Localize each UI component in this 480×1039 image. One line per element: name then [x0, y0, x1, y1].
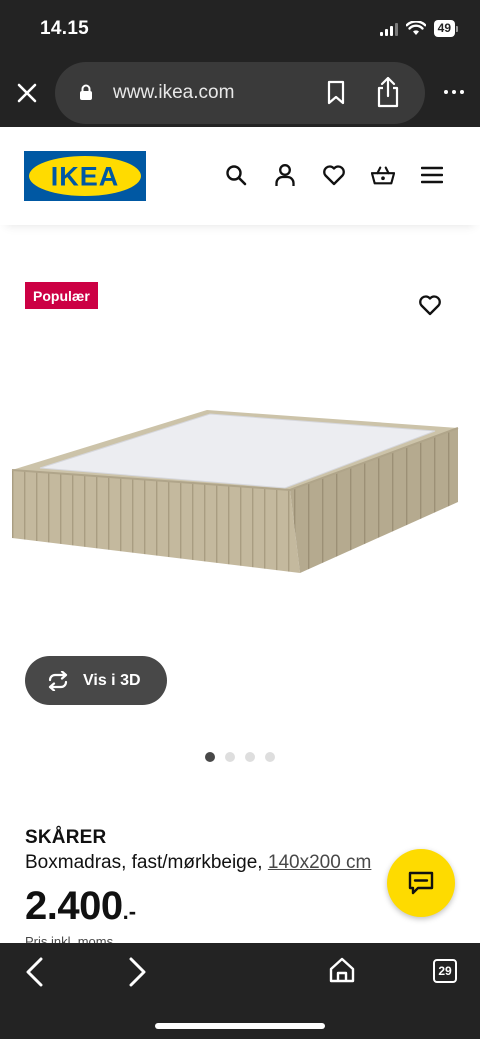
product-image[interactable]: [0, 390, 480, 590]
lock-icon: [80, 84, 92, 100]
forward-icon: [129, 957, 146, 987]
bookmark-button[interactable]: [325, 80, 347, 111]
rotate-3d-icon: [48, 670, 68, 691]
status-time: 14.15: [40, 18, 90, 39]
back-icon: [26, 957, 43, 987]
browser-bottom-bar: 29: [0, 943, 480, 1039]
account-button[interactable]: [273, 163, 297, 187]
bookmark-icon: [327, 80, 345, 105]
svg-text:IKEA: IKEA: [51, 162, 120, 192]
carousel-dot-4[interactable]: [265, 752, 275, 762]
address-bar[interactable]: www.ikea.com: [55, 62, 425, 124]
product-favourite-button[interactable]: [418, 294, 442, 321]
status-bar: 14.15 49: [0, 0, 480, 60]
basket-icon: [371, 166, 395, 185]
ikea-logo[interactable]: IKEA: [24, 151, 146, 201]
view-in-3d-label: Vis i 3D: [83, 671, 141, 689]
signal-icon: [379, 22, 398, 36]
menu-icon: [421, 166, 443, 184]
ikea-logo-mark: IKEA: [24, 151, 146, 201]
forward-button[interactable]: [124, 957, 150, 992]
product-type: Boxmadras, fast/mørkbeige,: [25, 852, 263, 873]
user-icon: [275, 164, 295, 186]
search-button[interactable]: [224, 163, 248, 187]
share-button[interactable]: [375, 76, 401, 113]
carousel-dot-3[interactable]: [245, 752, 255, 762]
view-in-3d-button[interactable]: Vis i 3D: [25, 656, 167, 705]
close-icon: [17, 83, 37, 103]
price-integer: 2.400: [25, 884, 123, 928]
home-button[interactable]: [328, 956, 356, 989]
site-header: IKEA: [0, 127, 480, 225]
status-indicators: 49: [379, 20, 458, 37]
share-icon: [377, 76, 399, 108]
product-name: SKÅRER: [25, 827, 107, 848]
box-mattress-image: [11, 410, 459, 573]
chat-icon: [408, 871, 434, 895]
browser-toolbar: www.ikea.com: [0, 60, 480, 127]
battery-level: 49: [433, 20, 455, 37]
battery-icon: 49: [433, 20, 458, 37]
carousel-dot-2[interactable]: [225, 752, 235, 762]
heart-icon: [419, 295, 441, 316]
close-button[interactable]: [14, 80, 40, 106]
basket-button[interactable]: [371, 163, 395, 187]
wifi-icon: [405, 21, 426, 35]
popular-badge: Populær: [25, 282, 98, 309]
chat-button[interactable]: [387, 849, 455, 917]
url-text: www.ikea.com: [113, 82, 235, 103]
home-icon: [329, 957, 355, 983]
search-icon: [226, 165, 247, 186]
carousel-dot-1[interactable]: [205, 752, 215, 762]
carousel-indicator: [205, 752, 275, 762]
product-description: Boxmadras, fast/mørkbeige, 140x200 cm: [25, 852, 371, 874]
tabs-icon[interactable]: 29: [433, 959, 457, 983]
price-suffix: .-: [122, 899, 137, 924]
header-actions: [224, 163, 444, 187]
product-size-link[interactable]: 140x200 cm: [268, 852, 372, 873]
heart-icon: [323, 165, 345, 186]
product-price: 2.400.-: [25, 884, 136, 929]
back-button[interactable]: [22, 957, 48, 992]
menu-button[interactable]: [420, 163, 444, 187]
more-icon[interactable]: [444, 90, 464, 94]
home-indicator: [155, 1023, 325, 1029]
favourites-button[interactable]: [322, 163, 346, 187]
